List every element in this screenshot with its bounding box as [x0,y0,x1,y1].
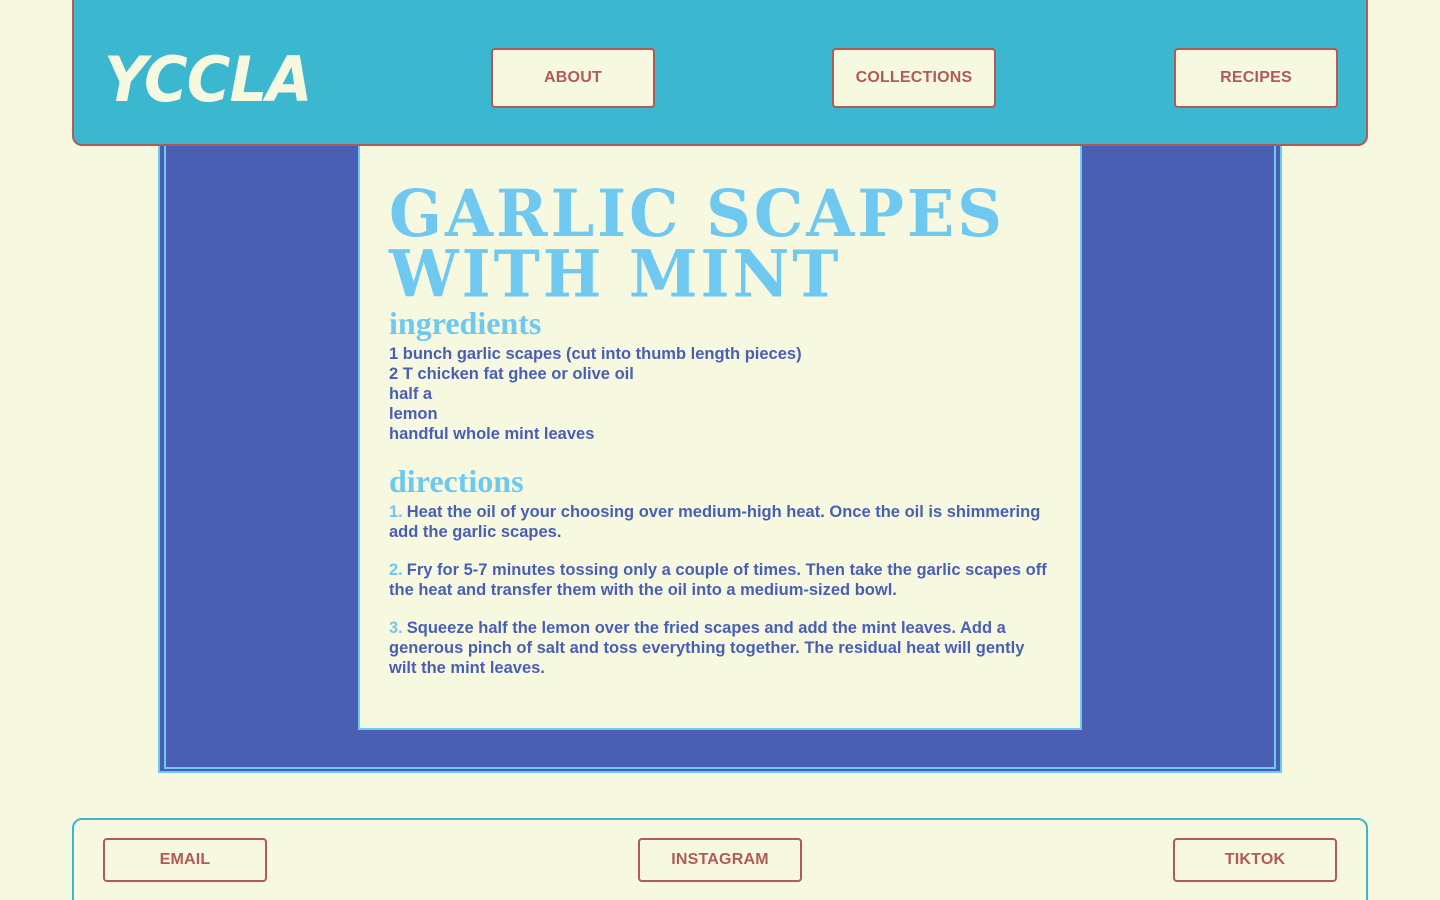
step-text: Squeeze half the lemon over the fried sc… [389,619,1025,677]
recipe-title-line-2: WITH MINT [389,236,842,312]
nav-about-button[interactable]: ABOUT [491,48,655,108]
directions-heading: directions [389,463,524,499]
email-button[interactable]: EMAIL [103,838,267,882]
direction-step: 1. Heat the oil of your choosing over med… [389,502,1053,542]
recipe-card: GARLIC SCAPES WITH MINT ingredients 1 bu… [358,130,1082,730]
direction-step: 2. Fry for 5-7 minutes tossing only a cou… [389,560,1053,600]
instagram-button[interactable]: INSTAGRAM [638,838,802,882]
ingredient-item: 1 bunch garlic scapes (cut into thumb le… [389,345,802,363]
ingredient-item: 2 T chicken fat ghee or olive oil [389,365,634,383]
directions-list: 1. Heat the oil of your choosing over med… [389,502,1053,696]
ingredients-list: 1 bunch garlic scapes (cut into thumb le… [389,344,1049,444]
tiktok-button[interactable]: TIKTOK [1173,838,1337,882]
nav-collections-button[interactable]: COLLECTIONS [832,48,996,108]
step-text: Heat the oil of your choosing over mediu… [389,503,1041,541]
step-number: 2. [389,561,403,579]
step-text: Fry for 5-7 minutes tossing only a coupl… [389,561,1047,599]
step-number: 1. [389,503,403,521]
direction-step: 3. Squeeze half the lemon over the fried … [389,618,1053,678]
nav-recipes-button[interactable]: RECIPES [1174,48,1338,108]
site-footer: EMAIL INSTAGRAM TIKTOK [72,818,1368,900]
site-header: YCCLA ABOUT COLLECTIONS RECIPES [72,0,1368,146]
ingredient-item: handful whole mint leaves [389,425,595,443]
ingredients-heading: ingredients [389,305,542,341]
recipe-title: GARLIC SCAPES WITH MINT [389,181,1079,306]
site-logo[interactable]: YCCLA [104,40,313,120]
ingredient-item: half a [389,385,433,403]
step-number: 3. [389,619,403,637]
page: YCCLA ABOUT COLLECTIONS RECIPES GARLIC S… [0,0,1440,900]
ingredient-item: lemon [389,405,438,423]
